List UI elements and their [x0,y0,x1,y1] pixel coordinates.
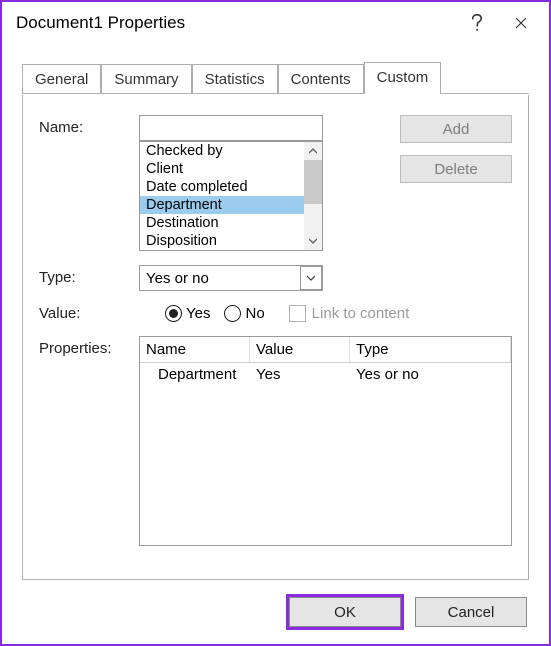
table-row[interactable]: Department Yes Yes or no [140,363,511,386]
radio-yes-label: Yes [186,305,210,322]
tab-statistics[interactable]: Statistics [192,64,278,94]
help-button[interactable] [455,4,499,42]
delete-button[interactable]: Delete [400,155,512,183]
chevron-down-icon [307,275,315,281]
window-title: Document1 Properties [16,13,455,33]
tab-contents[interactable]: Contents [278,64,364,94]
content-area: General Summary Statistics Contents Cust… [2,44,549,644]
chevron-up-icon [309,148,317,154]
cancel-button[interactable]: Cancel [415,597,527,627]
name-row: Name: Checked by Client Date completed D… [39,115,512,251]
col-value[interactable]: Value [250,337,350,362]
value-label: Value: [39,305,139,322]
type-select[interactable]: Yes or no [139,265,323,291]
radio-yes[interactable]: Yes [165,305,210,322]
list-item-selected[interactable]: Department [140,196,304,214]
dialog-footer: OK Cancel [2,580,549,644]
type-select-value: Yes or no [146,270,209,287]
cell-name: Department [140,363,250,386]
cell-value: Yes [250,363,350,386]
close-icon [515,17,527,29]
help-icon [471,14,483,32]
cell-type: Yes or no [350,363,511,386]
add-button[interactable]: Add [400,115,512,143]
value-row: Value: Yes No Link to content [39,305,512,322]
link-checkbox[interactable] [289,305,306,322]
value-radio-group: Yes No [139,305,265,322]
radio-icon [165,305,182,322]
radio-icon [224,305,241,322]
ok-button[interactable]: OK [289,597,401,627]
grid-header: Name Value Type [140,337,511,363]
list-item[interactable]: Date completed [140,178,304,196]
list-item[interactable]: Client [140,160,304,178]
type-row: Type: Yes or no [39,265,512,291]
properties-dialog: Document1 Properties General Summary Sta… [0,0,551,646]
tab-panel-custom: Name: Checked by Client Date completed D… [22,95,529,580]
tabstrip: General Summary Statistics Contents Cust… [2,44,549,95]
name-label: Name: [39,115,139,136]
scroll-up-button[interactable] [304,142,322,160]
properties-grid[interactable]: Name Value Type Department Yes Yes or no [139,336,512,546]
scroll-thumb[interactable] [304,160,322,204]
name-listbox[interactable]: Checked by Client Date completed Departm… [139,141,323,251]
list-item[interactable]: Destination [140,214,304,232]
scrollbar[interactable] [304,142,322,250]
name-input[interactable] [139,115,323,141]
list-item[interactable]: Disposition [140,232,304,250]
link-label: Link to content [312,305,410,322]
chevron-down-icon [309,238,317,244]
col-name[interactable]: Name [140,337,250,362]
col-type[interactable]: Type [350,337,511,362]
dropdown-button[interactable] [300,266,322,290]
titlebar: Document1 Properties [2,2,549,44]
list-item[interactable]: Checked by [140,142,304,160]
scroll-down-button[interactable] [304,232,322,250]
close-button[interactable] [499,4,543,42]
tab-general[interactable]: General [22,64,101,94]
radio-no[interactable]: No [224,305,264,322]
type-label: Type: [39,265,139,286]
properties-row: Properties: Name Value Type Department Y… [39,336,512,563]
tab-summary[interactable]: Summary [101,64,191,94]
radio-no-label: No [245,305,264,322]
properties-label: Properties: [39,336,139,357]
tab-custom[interactable]: Custom [364,62,442,94]
